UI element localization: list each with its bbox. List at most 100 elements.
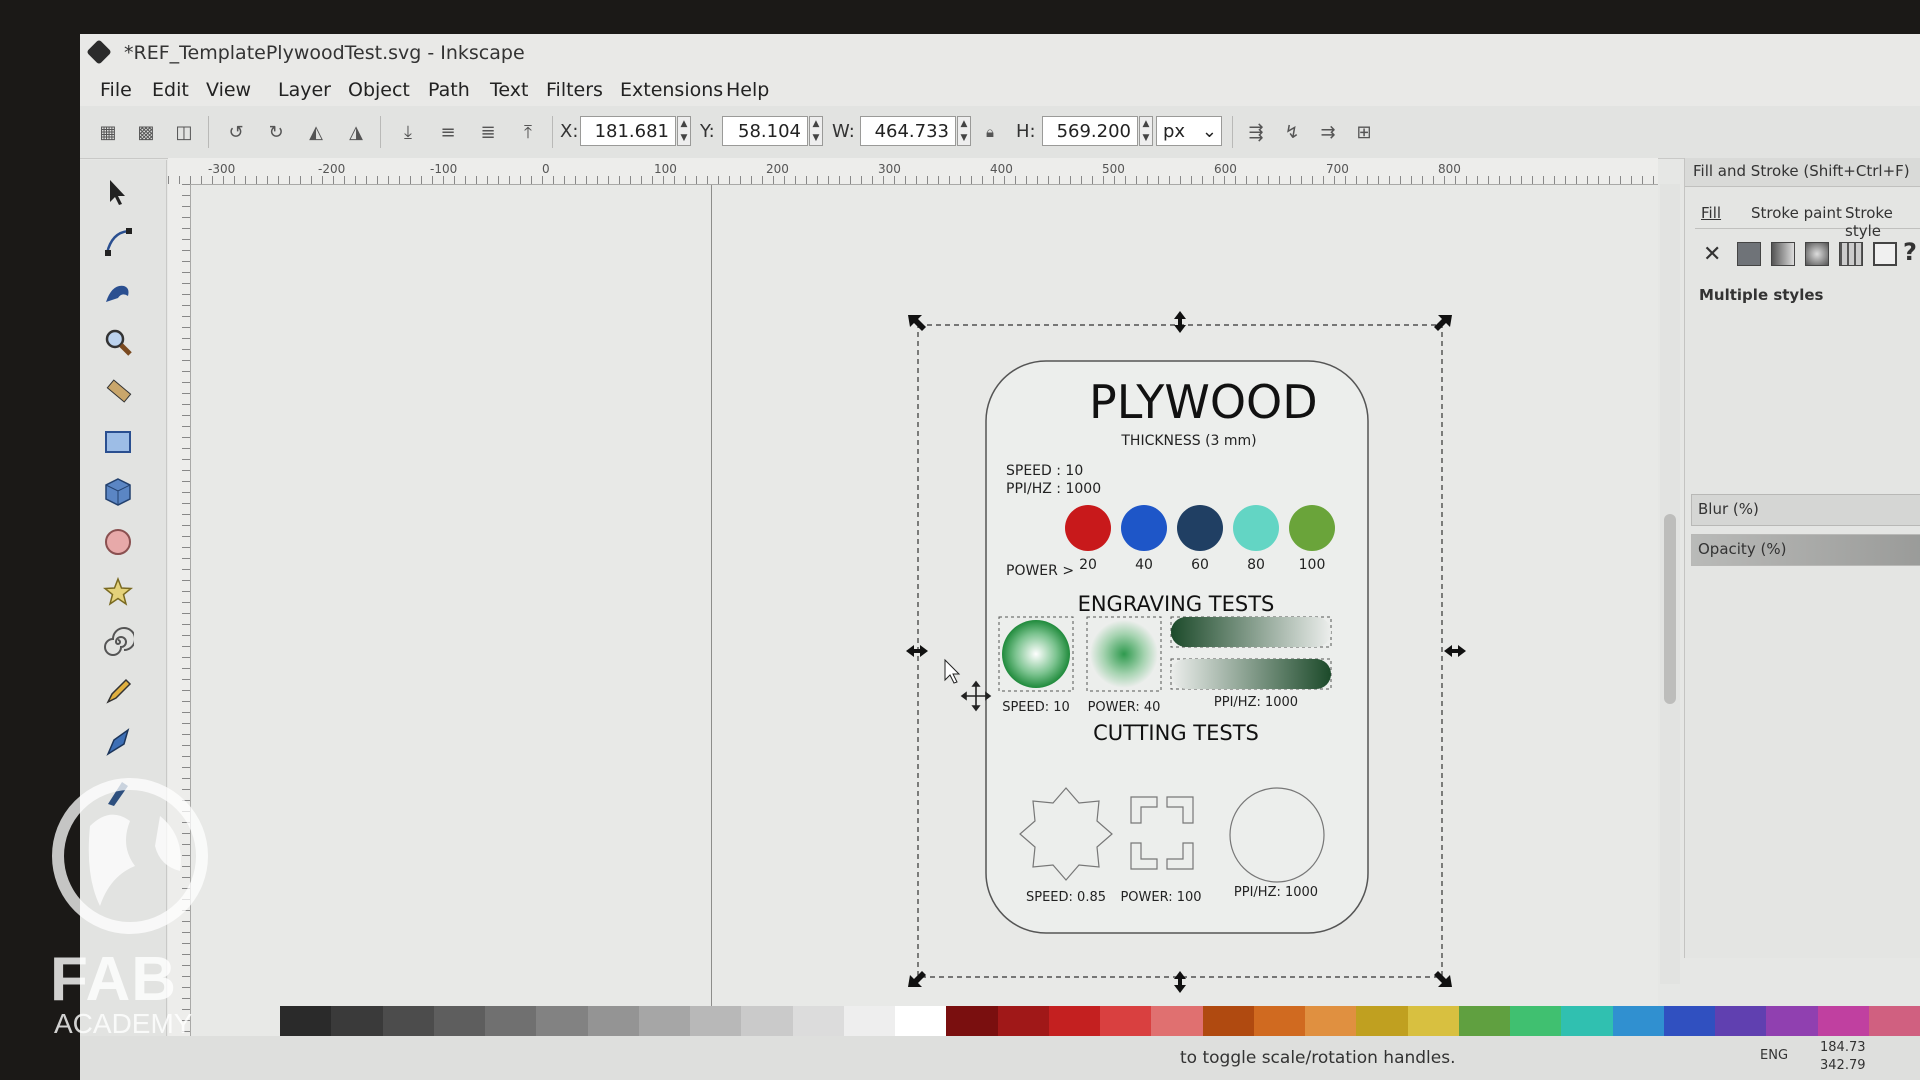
menu-view[interactable]: View <box>206 79 251 101</box>
power-level-label: 40 <box>1135 557 1153 573</box>
palette-swatch[interactable] <box>1612 1006 1664 1036</box>
raise-icon[interactable]: ≣ <box>474 118 502 146</box>
mouse-pointer-icon <box>944 658 961 684</box>
palette-swatch[interactable] <box>1868 1006 1920 1036</box>
palette-swatch[interactable] <box>997 1006 1049 1036</box>
lower-icon[interactable]: ≡ <box>434 118 462 146</box>
palette-swatch[interactable] <box>1356 1006 1408 1036</box>
flip-horizontal-icon[interactable]: ◭ <box>302 118 330 146</box>
tab-fill[interactable]: Fill <box>1701 204 1721 222</box>
y-field[interactable]: 58.104 <box>722 116 808 146</box>
palette-swatch[interactable] <box>1510 1006 1562 1036</box>
palette-swatch[interactable] <box>1253 1006 1305 1036</box>
palette-swatch[interactable] <box>895 1006 947 1036</box>
palette-swatch[interactable] <box>433 1006 485 1036</box>
palette-swatch[interactable] <box>1305 1006 1357 1036</box>
drawing-canvas[interactable]: PLYWOOD THICKNESS (3 mm) SPEED : 10 PPI/… <box>191 185 1658 1065</box>
palette-swatch[interactable] <box>1817 1006 1869 1036</box>
deselect-icon[interactable]: ◫ <box>170 118 198 146</box>
star-tool-icon[interactable] <box>96 570 140 614</box>
menu-extensions[interactable]: Extensions <box>620 79 723 101</box>
flip-vertical-icon[interactable]: ◮ <box>342 118 370 146</box>
scrollbar-thumb[interactable] <box>1664 514 1676 704</box>
lock-ratio-icon[interactable]: 🔒︎ <box>976 118 1004 146</box>
select-all-layers-icon[interactable]: ▩ <box>132 118 160 146</box>
palette-swatch[interactable] <box>280 1006 332 1036</box>
node-tool-icon[interactable] <box>96 220 140 264</box>
unit-select[interactable]: px ⌄ <box>1156 116 1222 146</box>
menu-layer[interactable]: Layer <box>278 79 331 101</box>
move-patterns-icon[interactable]: ⊞ <box>1350 118 1378 146</box>
linear-gradient-icon[interactable] <box>1771 242 1795 266</box>
rotate-ccw-icon[interactable]: ↺ <box>222 118 250 146</box>
x-field[interactable]: 181.681 <box>580 116 676 146</box>
menu-text[interactable]: Text <box>490 79 528 101</box>
pen-tool-icon[interactable] <box>96 720 140 764</box>
palette-swatch[interactable] <box>1100 1006 1152 1036</box>
tab-stroke-style[interactable]: Stroke style <box>1845 204 1920 240</box>
palette-swatch[interactable] <box>1151 1006 1203 1036</box>
move-gradients-icon[interactable]: ⇉ <box>1314 118 1342 146</box>
palette-swatch[interactable] <box>690 1006 742 1036</box>
tab-stroke-paint[interactable]: Stroke paint <box>1751 204 1842 222</box>
h-field[interactable]: 569.200 <box>1042 116 1138 146</box>
3d-box-tool-icon[interactable] <box>96 470 140 514</box>
menu-help[interactable]: Help <box>726 79 769 101</box>
w-spinner[interactable]: ▲ ▼ <box>957 116 971 146</box>
palette-swatch[interactable] <box>1561 1006 1613 1036</box>
tweak-tool-icon[interactable] <box>96 270 140 314</box>
pattern-icon[interactable] <box>1873 242 1897 266</box>
radial-gradient-icon[interactable] <box>1805 242 1829 266</box>
palette-swatch[interactable] <box>1458 1006 1510 1036</box>
palette-swatch[interactable] <box>741 1006 793 1036</box>
palette-swatch[interactable] <box>485 1006 537 1036</box>
selector-tool-icon[interactable] <box>96 170 140 214</box>
menu-file[interactable]: File <box>100 79 132 101</box>
w-field[interactable]: 464.733 <box>860 116 956 146</box>
palette-swatch[interactable] <box>1766 1006 1818 1036</box>
h-spinner[interactable]: ▲ ▼ <box>1139 116 1153 146</box>
rotate-cw-icon[interactable]: ↻ <box>262 118 290 146</box>
palette-swatch[interactable] <box>1715 1006 1767 1036</box>
raise-to-top-icon[interactable]: ⤒ <box>514 118 542 146</box>
menu-edit[interactable]: Edit <box>152 79 189 101</box>
select-all-icon[interactable]: ▦ <box>94 118 122 146</box>
menu-object[interactable]: Object <box>348 79 410 101</box>
palette-swatch[interactable] <box>382 1006 434 1036</box>
mesh-gradient-icon[interactable] <box>1839 242 1863 266</box>
palette-swatch[interactable] <box>1048 1006 1100 1036</box>
y-spinner[interactable]: ▲ ▼ <box>809 116 823 146</box>
card-ppi: PPI/HZ : 1000 <box>1006 481 1102 497</box>
zoom-tool-icon[interactable] <box>96 320 140 364</box>
opacity-slider[interactable]: Opacity (%) <box>1691 534 1920 566</box>
menu-filters[interactable]: Filters <box>546 79 603 101</box>
palette-swatch[interactable] <box>843 1006 895 1036</box>
measure-tool-icon[interactable] <box>96 370 140 414</box>
palette-swatch[interactable] <box>638 1006 690 1036</box>
ellipse-tool-icon[interactable] <box>96 520 140 564</box>
horizontal-ruler[interactable]: -300 -200 -100 0 100 200 300 400 500 600… <box>168 158 1658 185</box>
blur-slider[interactable]: Blur (%) <box>1691 494 1920 526</box>
scale-stroke-icon[interactable]: ⇶ <box>1242 118 1270 146</box>
menu-bar: File Edit View Layer Object Path Text Fi… <box>80 72 1920 106</box>
color-palette[interactable] <box>280 1006 1920 1036</box>
flat-color-icon[interactable] <box>1737 242 1761 266</box>
scale-corners-icon[interactable]: ↯ <box>1278 118 1306 146</box>
menu-path[interactable]: Path <box>428 79 470 101</box>
palette-swatch[interactable] <box>587 1006 639 1036</box>
palette-swatch[interactable] <box>946 1006 998 1036</box>
palette-swatch[interactable] <box>792 1006 844 1036</box>
spiral-tool-icon[interactable] <box>96 620 140 664</box>
unset-paint-icon[interactable]: ? <box>1903 238 1917 266</box>
vertical-scrollbar[interactable] <box>1660 184 1680 984</box>
palette-swatch[interactable] <box>1202 1006 1254 1036</box>
palette-swatch[interactable] <box>1663 1006 1715 1036</box>
no-paint-icon[interactable]: ✕ <box>1703 242 1721 267</box>
x-spinner[interactable]: ▲ ▼ <box>677 116 691 146</box>
palette-swatch[interactable] <box>536 1006 588 1036</box>
rectangle-tool-icon[interactable] <box>96 420 140 464</box>
pencil-tool-icon[interactable] <box>96 670 140 714</box>
palette-swatch[interactable] <box>1407 1006 1459 1036</box>
palette-swatch[interactable] <box>331 1006 383 1036</box>
lower-to-bottom-icon[interactable]: ⤓ <box>394 118 422 146</box>
